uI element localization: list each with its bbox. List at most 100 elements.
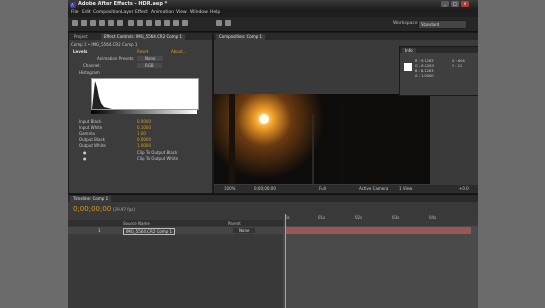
layer-index: 1 xyxy=(98,228,101,233)
histogram[interactable] xyxy=(91,78,199,110)
info-r: R : 9.1263 xyxy=(415,59,434,63)
about-button[interactable]: About... xyxy=(171,49,187,54)
info-g: G : 8.1263 xyxy=(415,64,434,68)
param-value-output-white[interactable]: 1.0000 xyxy=(137,143,151,148)
ruler-tick-03s: 03s xyxy=(392,215,400,220)
snap-icon[interactable] xyxy=(225,20,231,26)
menu-file[interactable]: File xyxy=(71,10,79,15)
left-panel-tabs: Project Effect Controls: IMG_5564.CR2 Co… xyxy=(69,33,212,40)
info-y: Y : 21 xyxy=(452,64,463,68)
histogram-plot xyxy=(92,81,112,109)
reset-button[interactable]: Reset xyxy=(137,49,148,54)
workspace-label: Workspace: xyxy=(393,21,420,26)
minimize-button[interactable]: _ xyxy=(441,1,449,7)
histogram-label: Histogram xyxy=(79,70,100,75)
menu-window[interactable]: Window xyxy=(190,10,208,15)
ruler-tick-04s: 04s xyxy=(429,215,437,220)
zoom-tool-icon[interactable] xyxy=(90,20,96,26)
hand-tool-icon[interactable] xyxy=(81,20,87,26)
composition-viewer[interactable] xyxy=(214,94,430,184)
animation-presets-dropdown[interactable]: None xyxy=(137,56,164,61)
param-label-output-white: Output White xyxy=(79,143,106,148)
clip-white-bullet-icon: ● xyxy=(83,156,87,161)
brush-tool-icon[interactable] xyxy=(155,20,161,26)
workspace-dropdown[interactable]: Standard xyxy=(418,20,467,29)
camera-dropdown[interactable]: Active Camera xyxy=(359,186,388,191)
timeline-tracks[interactable]: 0s 01s 02s 03s 04s xyxy=(283,214,478,308)
effect-controls-panel: Project Effect Controls: IMG_5564.CR2 Co… xyxy=(68,32,213,194)
column-source-name[interactable]: Source Name xyxy=(123,221,150,226)
color-swatch xyxy=(404,63,412,71)
text-tool-icon[interactable] xyxy=(146,20,152,26)
timeline-tabs: Timeline: Comp 1 xyxy=(68,195,478,202)
close-button[interactable]: × xyxy=(461,1,469,7)
zoom-dropdown[interactable]: 100% xyxy=(224,186,235,191)
composition-panel: Composition: Comp 1 Info R: 9.1263 G: … xyxy=(213,32,478,194)
title-bar: A Adobe After Effects - HDR.aep * _ □ × xyxy=(68,0,478,9)
timeline-timecode[interactable]: 0;00;00;00 xyxy=(73,205,111,213)
effect-name[interactable]: Levels xyxy=(73,49,87,54)
param-value-gamma[interactable]: 1.00 xyxy=(137,131,146,136)
menu-bar: File Edit Composition Layer Effect Anima… xyxy=(68,9,478,17)
ruler-tick-01s: 01s xyxy=(318,215,326,220)
pen-tool-icon[interactable] xyxy=(137,20,143,26)
clip-black-bullet-icon: ● xyxy=(83,150,87,155)
menu-layer[interactable]: Layer xyxy=(121,10,134,15)
param-label-input-black: Input Black xyxy=(79,119,102,124)
tab-effect-controls[interactable]: Effect Controls: IMG_5564.CR2 Comp 1 xyxy=(101,34,186,40)
maximize-button[interactable]: □ xyxy=(451,1,459,7)
axis-mode-icon[interactable] xyxy=(216,20,222,26)
eraser-tool-icon[interactable] xyxy=(173,20,179,26)
layer-name[interactable]: IMG_5564.CR2 Comp 1 xyxy=(123,228,176,235)
param-value-input-white[interactable]: 0.1000 xyxy=(137,125,151,130)
svg-text:A: A xyxy=(71,2,74,7)
tools-bar: Workspace: Standard xyxy=(68,17,478,32)
timeline-panel: Timeline: Comp 1 0;00;00;00 (29.97 fps) … xyxy=(68,194,478,308)
info-panel: Info R : 9.1263 G : 8.1263 B : 8.1263 A … xyxy=(399,46,478,96)
input-gradient-slider[interactable] xyxy=(91,110,197,114)
param-value-input-black[interactable]: 0.0000 xyxy=(137,119,151,124)
param-label-output-black: Output Black xyxy=(79,137,105,142)
rectangle-mask-tool-icon[interactable] xyxy=(128,20,134,26)
viewer-timecode[interactable]: 0;00;00;00 xyxy=(254,186,276,191)
layer-row[interactable]: 1 IMG_5564.CR2 Comp 1 None xyxy=(68,227,283,235)
tab-timeline[interactable]: Timeline: Comp 1 xyxy=(70,196,112,202)
animation-presets-label: Animation Presets: xyxy=(97,56,135,61)
rotate-tool-icon[interactable] xyxy=(99,20,105,26)
menu-help[interactable]: Help xyxy=(210,10,220,15)
breadcrumb: Comp 1 • IMG_5564.CR2 Comp 1 xyxy=(71,42,138,47)
channel-dropdown[interactable]: RGB xyxy=(137,63,162,68)
night-streetlight-image xyxy=(214,94,430,184)
camera-tool-icon[interactable] xyxy=(108,20,114,26)
menu-view[interactable]: View xyxy=(176,10,187,15)
selection-tool-icon[interactable] xyxy=(72,20,78,26)
exposure-value[interactable]: +0.0 xyxy=(459,186,469,191)
views-dropdown[interactable]: 1 View xyxy=(399,186,412,191)
resolution-dropdown[interactable]: Full xyxy=(319,186,326,191)
time-ruler[interactable]: 0s 01s 02s 03s 04s xyxy=(283,214,478,226)
ruler-tick-02s: 02s xyxy=(355,215,363,220)
layer-duration-bar[interactable] xyxy=(286,227,471,234)
menu-composition[interactable]: Composition xyxy=(93,10,121,15)
param-value-output-black[interactable]: 0.0000 xyxy=(137,137,151,142)
menu-animation[interactable]: Animation xyxy=(151,10,174,15)
info-b: B : 8.1263 xyxy=(415,69,434,73)
tab-info[interactable]: Info xyxy=(402,48,416,53)
clone-stamp-tool-icon[interactable] xyxy=(164,20,170,26)
menu-effect[interactable]: Effect xyxy=(135,10,148,15)
puppet-tool-icon[interactable] xyxy=(182,20,188,26)
clip-white-checkbox[interactable]: Clip To Output White xyxy=(137,156,178,161)
param-label-input-white: Input White xyxy=(79,125,103,130)
info-x: X : 604 xyxy=(452,59,465,63)
layer-parent-dropdown[interactable]: None xyxy=(233,228,256,233)
layer-column-headers: Source Name Parent xyxy=(68,220,283,226)
comp-panel-tabs: Composition: Comp 1 xyxy=(214,33,478,40)
column-parent[interactable]: Parent xyxy=(228,221,241,226)
menu-edit[interactable]: Edit xyxy=(82,10,91,15)
tab-project[interactable]: Project xyxy=(71,34,91,40)
tab-composition[interactable]: Composition: Comp 1 xyxy=(216,34,266,40)
pan-behind-tool-icon[interactable] xyxy=(117,20,123,26)
after-effects-icon: A xyxy=(70,1,76,8)
current-time-indicator[interactable] xyxy=(285,214,286,308)
clip-black-checkbox[interactable]: Clip To Output Black xyxy=(137,150,177,155)
